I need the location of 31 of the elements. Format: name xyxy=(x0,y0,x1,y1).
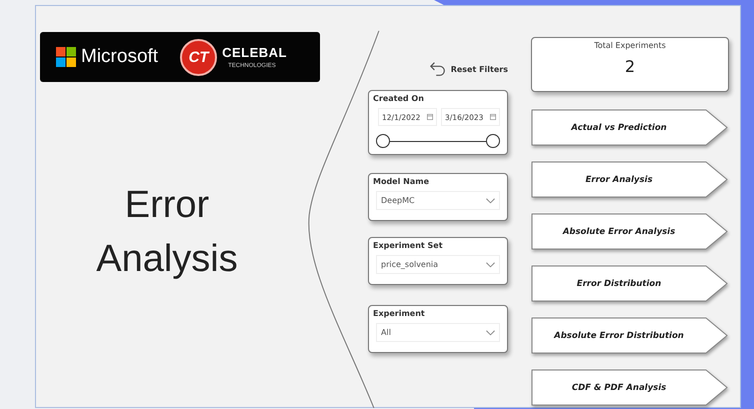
chevron-down-icon[interactable] xyxy=(486,330,495,336)
dropdown-field[interactable]: price_solvenia xyxy=(376,255,500,274)
celebal-wordmark: CELEBAL xyxy=(222,45,287,60)
page-title: Analysis xyxy=(96,237,238,282)
navigation-button[interactable]: Absolute Error Analysis xyxy=(531,213,729,250)
chevron-down-icon[interactable] xyxy=(486,198,495,204)
microsoft-wordmark: Microsoft xyxy=(81,46,158,68)
ct-logo-mark: CT xyxy=(180,38,218,76)
windows-logo-icon xyxy=(56,47,76,67)
navigation-button[interactable]: Error Analysis xyxy=(531,161,729,198)
slider-thumb[interactable] xyxy=(486,134,500,148)
dropdown-field[interactable]: DeepMC xyxy=(376,191,500,210)
navigation-button[interactable]: Absolute Error Distribution xyxy=(531,317,729,354)
navigation-button[interactable]: CDF & PDF Analysis xyxy=(531,369,729,406)
calendar-icon[interactable] xyxy=(427,114,433,120)
filter-label: Created On xyxy=(372,93,425,103)
date-range-slider[interactable] xyxy=(376,134,500,148)
dropdown-field[interactable]: All xyxy=(376,323,500,342)
navigation-button[interactable]: Actual vs Prediction xyxy=(531,109,729,146)
chevron-down-icon[interactable] xyxy=(486,262,495,268)
filter-label: Experiment Set xyxy=(372,240,444,250)
navigation-button[interactable]: Error Distribution xyxy=(531,265,729,302)
kpi-label: Total Experiments xyxy=(594,41,666,50)
slider-thumb[interactable] xyxy=(376,134,390,148)
filter-label: Experiment xyxy=(372,308,426,318)
page-title: Error xyxy=(124,183,210,228)
calendar-icon[interactable] xyxy=(490,114,496,120)
filter-label: Model Name xyxy=(372,176,430,186)
undo-arrow-icon xyxy=(428,60,447,78)
reset-filters-button[interactable]: Reset Filters xyxy=(428,58,508,80)
kpi-value: 2 xyxy=(624,57,636,76)
